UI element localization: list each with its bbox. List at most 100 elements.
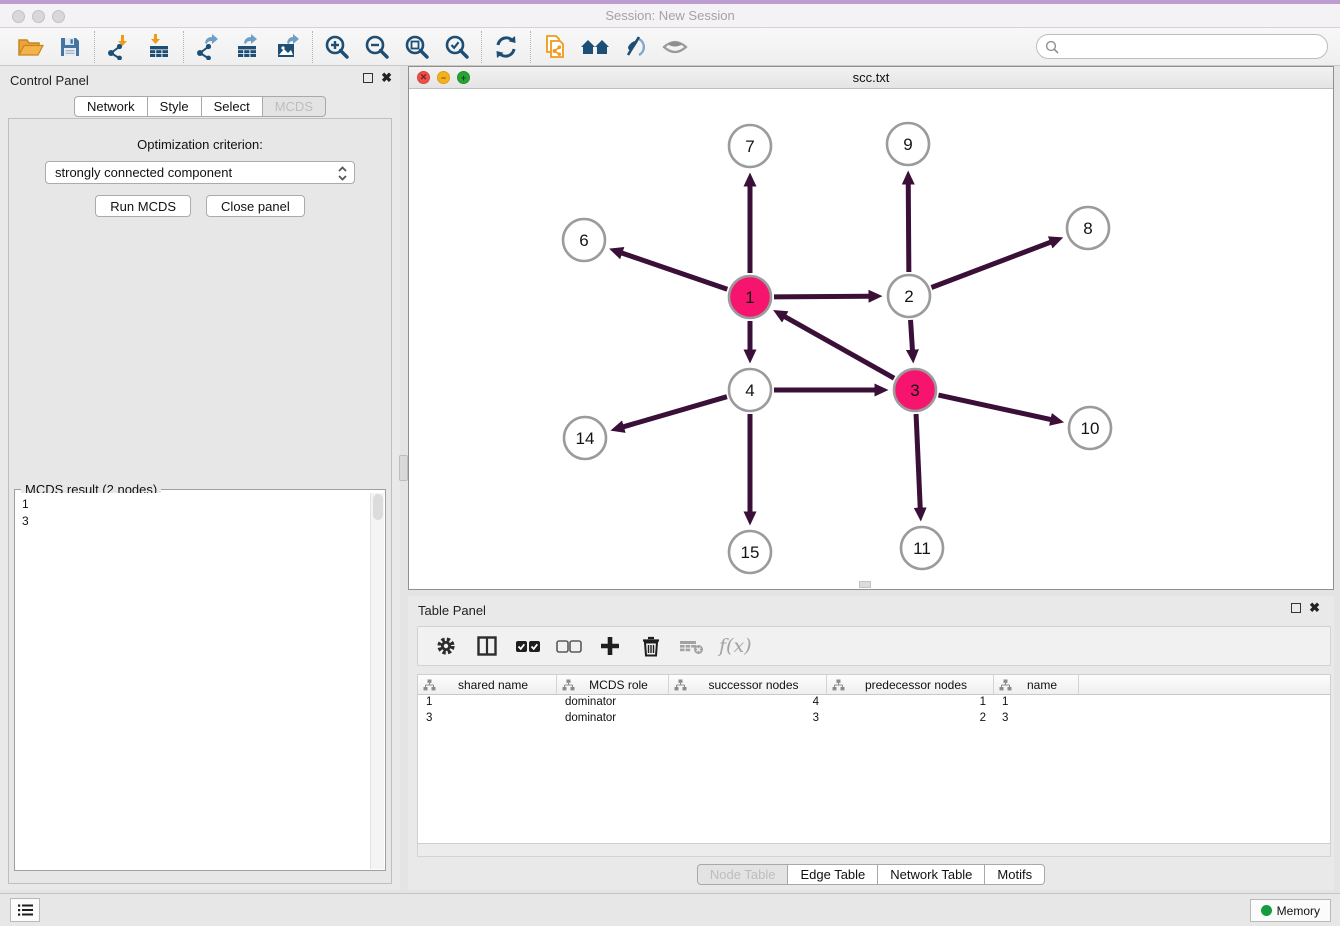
graph-edge-1-2[interactable] <box>774 296 869 297</box>
refresh-icon <box>493 34 519 60</box>
status-bar: Memory <box>0 893 1340 926</box>
open-folder-icon <box>17 35 44 59</box>
home-button[interactable] <box>575 31 615 63</box>
table-cell[interactable]: 3 <box>994 711 1079 727</box>
table-cell[interactable]: 1 <box>827 695 994 711</box>
import-network-button[interactable] <box>99 31 139 63</box>
table-cell[interactable]: dominator <box>557 695 669 711</box>
column-header-MCDS-role[interactable]: MCDS role <box>557 675 669 694</box>
delete-table-button[interactable] <box>678 632 706 660</box>
result-scrollbar[interactable] <box>370 493 384 869</box>
table-cell[interactable]: 3 <box>669 711 827 727</box>
column-header-successor-nodes[interactable]: successor nodes <box>669 675 827 694</box>
sort-hierarchy-icon <box>832 679 845 691</box>
refresh-button[interactable] <box>486 31 526 63</box>
tab-style[interactable]: Style <box>148 96 202 117</box>
export-image-button[interactable] <box>268 31 308 63</box>
table-row[interactable]: 1dominator411 <box>418 695 1330 711</box>
deselect-all-button[interactable] <box>555 632 583 660</box>
column-header-name[interactable]: name <box>994 675 1079 694</box>
network-minimize-button[interactable]: − <box>437 71 450 84</box>
table-panel-title: Table Panel <box>418 603 486 618</box>
tab-network-table[interactable]: Network Table <box>878 864 985 885</box>
memory-button[interactable]: Memory <box>1250 899 1331 922</box>
tab-node-table[interactable]: Node Table <box>697 864 789 885</box>
run-mcds-button[interactable]: Run MCDS <box>95 195 191 217</box>
tab-motifs[interactable]: Motifs <box>985 864 1045 885</box>
delete-column-button[interactable] <box>637 632 665 660</box>
zoom-fit-icon <box>404 34 430 60</box>
zoom-selected-button[interactable] <box>437 31 477 63</box>
zoom-out-icon <box>364 34 390 60</box>
column-layout-button[interactable] <box>473 632 501 660</box>
open-session-button[interactable] <box>10 31 50 63</box>
graph-node-label: 8 <box>1083 219 1092 238</box>
export-table-button[interactable] <box>228 31 268 63</box>
table-cell[interactable]: dominator <box>557 711 669 727</box>
save-session-button[interactable] <box>50 31 90 63</box>
graph-edge-2-8[interactable] <box>931 242 1050 287</box>
canvas-resize-handle[interactable] <box>859 581 871 588</box>
network-close-button[interactable]: ✕ <box>417 71 430 84</box>
tab-mcds[interactable]: MCDS <box>263 96 326 117</box>
graph-edge-3-10[interactable] <box>938 395 1050 419</box>
graph-edge-2-3[interactable] <box>911 320 913 350</box>
graph-edge-4-14[interactable] <box>623 397 727 427</box>
graph-node-label: 14 <box>576 429 595 448</box>
clone-network-button[interactable] <box>535 31 575 63</box>
column-header-shared-name[interactable]: shared name <box>418 675 557 694</box>
table-cell[interactable]: 1 <box>418 695 557 711</box>
table-cell[interactable]: 1 <box>994 695 1079 711</box>
toolbar-separator <box>183 31 184 63</box>
graph-node-label: 7 <box>745 137 754 156</box>
graph-node-label: 6 <box>579 231 588 250</box>
table-settings-button[interactable] <box>432 632 460 660</box>
optimization-criterion-dropdown[interactable]: strongly connected component <box>45 161 355 184</box>
table-cell[interactable]: 3 <box>418 711 557 727</box>
node-table: shared nameMCDS rolesuccessor nodesprede… <box>417 674 1331 844</box>
close-panel-button[interactable]: Close panel <box>206 195 305 217</box>
panel-splitter-handle[interactable] <box>399 455 408 481</box>
import-table-button[interactable] <box>139 31 179 63</box>
function-builder-button[interactable]: f(x) <box>719 632 752 660</box>
show-hide-graphics-button[interactable] <box>655 31 695 63</box>
close-table-panel-icon[interactable]: ✖ <box>1309 603 1320 613</box>
graph-edge-1-6[interactable] <box>622 253 727 289</box>
select-all-button[interactable] <box>514 632 542 660</box>
add-column-button[interactable] <box>596 632 624 660</box>
network-canvas[interactable]: 7968124314101511 <box>409 89 1333 589</box>
zoom-in-button[interactable] <box>317 31 357 63</box>
float-panel-icon[interactable] <box>363 73 373 83</box>
maximize-window-button[interactable] <box>52 10 65 23</box>
search-input[interactable] <box>1059 37 1327 57</box>
network-window-title: scc.txt <box>409 67 1333 88</box>
table-cell[interactable]: 4 <box>669 695 827 711</box>
zoom-fit-button[interactable] <box>397 31 437 63</box>
columns-icon <box>476 635 498 657</box>
float-table-panel-icon[interactable] <box>1291 603 1301 613</box>
export-network-button[interactable] <box>188 31 228 63</box>
close-window-button[interactable] <box>12 10 25 23</box>
tab-select[interactable]: Select <box>202 96 263 117</box>
show-panels-button[interactable] <box>10 898 40 922</box>
dropdown-value: strongly connected component <box>55 165 232 180</box>
zoom-out-button[interactable] <box>357 31 397 63</box>
table-row[interactable]: 3dominator323 <box>418 711 1330 727</box>
close-panel-icon[interactable]: ✖ <box>381 73 392 83</box>
network-maximize-button[interactable]: + <box>457 71 470 84</box>
plus-icon <box>599 635 621 657</box>
control-panel: Control Panel ✖ NetworkStyleSelectMCDS O… <box>0 66 400 890</box>
tab-edge-table[interactable]: Edge Table <box>788 864 878 885</box>
graph-edge-3-11[interactable] <box>916 414 920 508</box>
table-cell[interactable]: 2 <box>827 711 994 727</box>
window-title: Session: New Session <box>0 4 1340 27</box>
graph-edge-3-1[interactable] <box>785 317 894 379</box>
column-header-predecessor-nodes[interactable]: predecessor nodes <box>827 675 994 694</box>
graph-edge-2-9[interactable] <box>908 184 909 272</box>
fx-icon: f(x) <box>719 635 752 657</box>
table-hscrollbar[interactable] <box>417 844 1331 857</box>
minimize-window-button[interactable] <box>32 10 45 23</box>
vizmapper-icon <box>622 34 648 60</box>
vizmapper-button[interactable] <box>615 31 655 63</box>
tab-network[interactable]: Network <box>74 96 148 117</box>
